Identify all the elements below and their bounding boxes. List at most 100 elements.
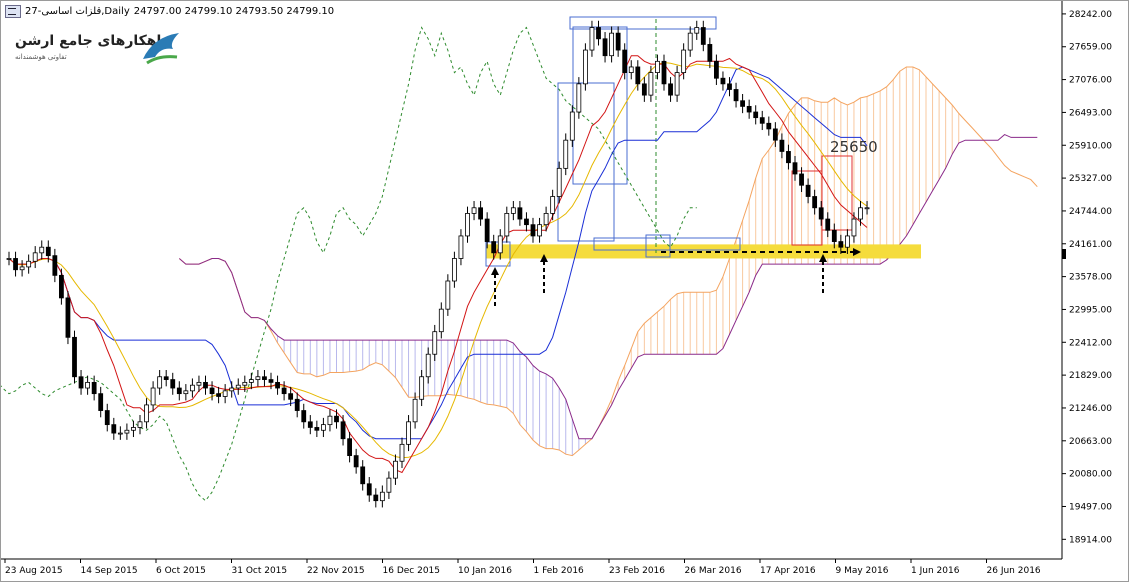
candle-body — [301, 410, 307, 423]
candle-body — [583, 49, 588, 85]
candle-body — [137, 421, 143, 428]
candle-body — [294, 398, 300, 411]
candle-body — [661, 60, 667, 85]
candle-body — [176, 387, 182, 395]
y-tick-label: 18914.00 — [1069, 535, 1112, 545]
candle-body — [262, 376, 267, 380]
candle-body — [229, 387, 235, 392]
candle-body — [818, 207, 824, 220]
candle-body — [504, 213, 510, 237]
candle-body — [786, 151, 791, 164]
candle-body — [517, 207, 523, 220]
candle-body — [360, 466, 366, 485]
candle-body — [59, 274, 64, 299]
candle-body — [183, 390, 189, 395]
price-axis: 28242.00 27659.00 27076.00 26493.00 25910.00… — [1062, 10, 1112, 545]
candle-body — [111, 424, 117, 434]
y-tick-label: 28242.00 — [1069, 10, 1112, 20]
chikou-span-line — [1, 26, 697, 502]
candle-body — [615, 32, 621, 51]
candle-body — [255, 376, 261, 380]
x-tick-label: 17 Apr 2016 — [760, 566, 816, 576]
candle-body — [753, 111, 759, 119]
candle-body — [26, 260, 32, 268]
candle-body — [157, 376, 163, 389]
candle-body — [347, 438, 353, 457]
candle-body — [858, 207, 863, 220]
candle-body — [746, 105, 752, 113]
candle-body — [45, 246, 51, 257]
candle-body — [366, 483, 372, 496]
y-tick-label: 25327.00 — [1069, 174, 1112, 184]
candle-body — [707, 44, 713, 62]
candle-body — [622, 49, 628, 73]
time-axis: 23 Aug 2015 14 Sep 2015 6 Oct 2015 31 Oct 2… — [4, 559, 1041, 576]
candle-body — [222, 390, 228, 397]
candle-body — [451, 258, 457, 282]
candle-body — [445, 280, 451, 310]
candle-body — [314, 427, 320, 431]
candle-body — [91, 381, 97, 395]
y-tick-label: 23578.00 — [1069, 273, 1112, 283]
candle-body — [307, 421, 313, 428]
candle-body — [170, 379, 176, 389]
candle-body — [687, 32, 693, 51]
candle-body — [386, 477, 392, 493]
senkou-span-a — [178, 66, 1038, 457]
candle-body — [281, 387, 287, 395]
y-tick-label: 27076.00 — [1069, 76, 1112, 86]
candle-body — [275, 381, 280, 389]
candle-body — [805, 184, 811, 197]
x-tick-label: 1 Jun 2016 — [911, 566, 960, 576]
candle-body — [589, 27, 595, 51]
candle-body — [406, 421, 411, 445]
candle-body — [196, 381, 202, 386]
candle-body — [32, 252, 38, 262]
candle-body — [163, 376, 169, 380]
x-tick-label: 1 Feb 2016 — [534, 566, 585, 576]
candle-body — [831, 229, 837, 242]
candle-body — [216, 393, 222, 397]
candle-body — [812, 196, 818, 209]
arrow-head — [491, 267, 499, 275]
candle-body — [19, 266, 25, 271]
candle-body — [510, 207, 516, 214]
y-tick-label: 20663.00 — [1069, 437, 1112, 447]
price-annotation: 25650 — [830, 138, 878, 156]
x-tick-label: 22 Nov 2015 — [307, 566, 365, 576]
candle-body — [432, 331, 438, 355]
candle-body — [85, 381, 90, 389]
ichimoku-cloud — [178, 66, 1038, 457]
red-box — [791, 170, 823, 246]
candle-body — [340, 421, 346, 440]
candle-body — [334, 415, 339, 423]
candle-body — [714, 60, 719, 79]
candle-body — [524, 218, 529, 226]
candle-body — [655, 60, 660, 73]
candle-body — [471, 207, 477, 214]
candle-body — [425, 353, 431, 378]
candle-body — [641, 83, 647, 96]
candle-body — [491, 241, 497, 254]
price-chart[interactable]: 25650 28242.00 27659.00 27076.00 26493.00 25… — [1, 1, 1128, 581]
candle-body — [799, 173, 804, 186]
candle-body — [596, 27, 601, 40]
candle-body — [727, 83, 732, 90]
candle-body — [104, 410, 110, 426]
candle-body — [543, 213, 549, 226]
moving-average-line — [8, 61, 868, 459]
x-tick-label: 31 Oct 2015 — [232, 566, 288, 576]
candle-body — [268, 379, 274, 383]
candle-body — [242, 381, 248, 386]
candle-body — [13, 258, 18, 271]
candle-body — [668, 83, 673, 96]
candle-body — [864, 207, 870, 210]
candle-body — [550, 196, 556, 214]
y-tick-label: 27659.00 — [1069, 43, 1112, 53]
senkou-span-b — [178, 134, 1038, 440]
candle-body — [438, 308, 444, 333]
x-tick-label: 6 Oct 2015 — [156, 566, 206, 576]
candle-body — [792, 162, 798, 175]
candle-body — [78, 376, 84, 389]
candle-body — [124, 429, 130, 434]
